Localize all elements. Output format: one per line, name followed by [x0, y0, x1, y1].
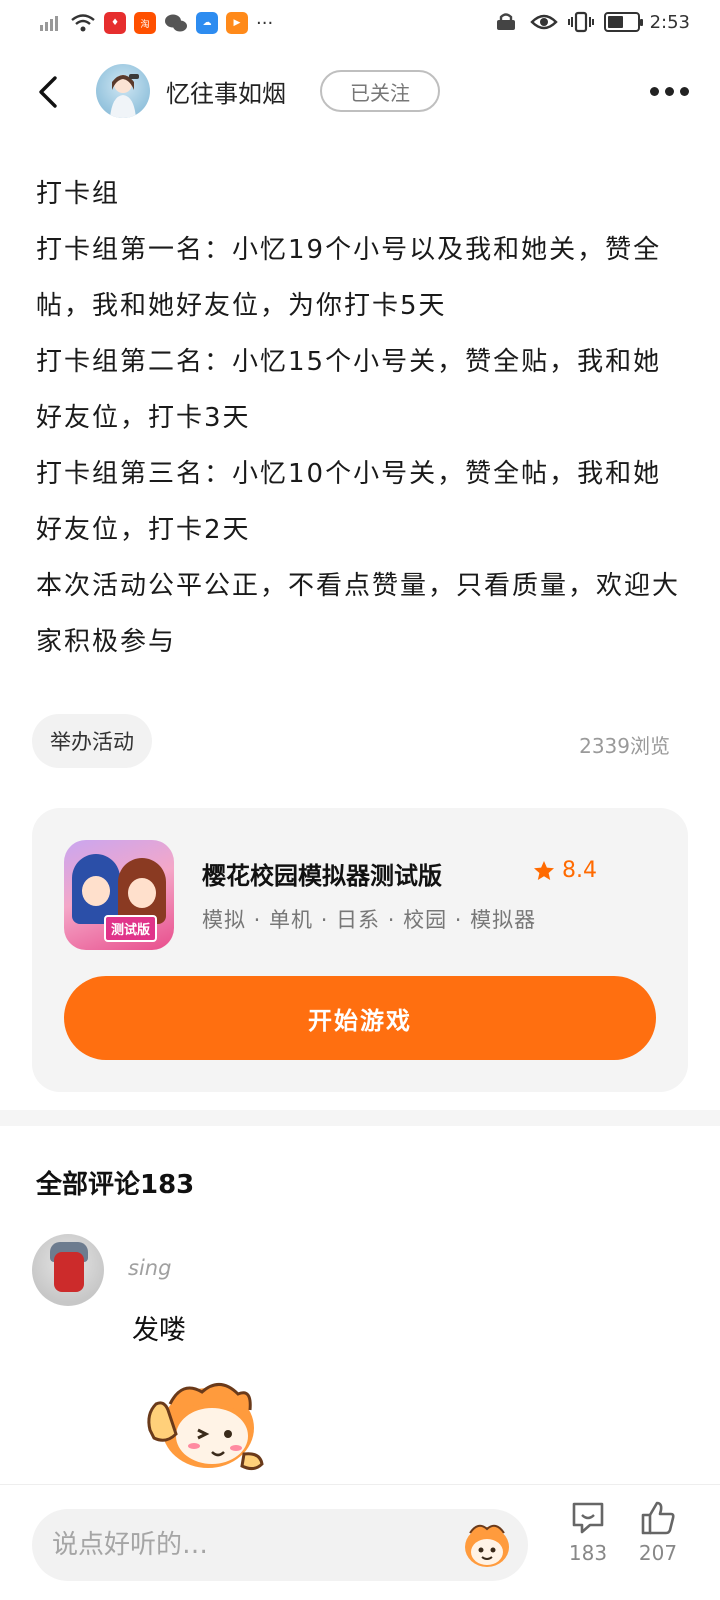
- comments-title: 全部评论183: [36, 1170, 195, 1200]
- app-notification-icon: ♦: [104, 12, 126, 34]
- game-rating: 8.4: [532, 858, 597, 883]
- comment-avatar[interactable]: [32, 1234, 104, 1306]
- game-rating-value: 8.4: [562, 858, 597, 883]
- taobao-icon: 淘: [134, 12, 156, 34]
- game-icon-face: [128, 878, 156, 908]
- post-paragraph: 打卡组第二名：小忆15个小号关，赞全贴，我和她好友位，打卡3天: [36, 347, 662, 433]
- cloud-icon: ☁: [196, 12, 218, 34]
- author-avatar-image: [110, 74, 139, 118]
- eye-comfort-icon: [529, 14, 558, 30]
- comment-input[interactable]: [52, 1509, 452, 1581]
- post-paragraph: 打卡组第三名：小忆10个小号关，赞全帖，我和她好友位，打卡2天: [36, 459, 662, 545]
- comment-text: 发喽: [132, 1315, 186, 1346]
- section-divider: [0, 1110, 720, 1126]
- view-count: 2339浏览: [579, 734, 670, 758]
- game-tags: 模拟 · 单机 · 日系 · 校园 · 模拟器: [202, 908, 537, 932]
- post-header: 忆往事如烟 已关注: [0, 60, 720, 124]
- author-name[interactable]: 忆往事如烟: [166, 74, 286, 109]
- comment-username[interactable]: sing: [128, 1256, 171, 1280]
- video-icon: ▶: [226, 12, 248, 34]
- avatar-body: [54, 1252, 84, 1292]
- game-icon-badge: 测试版: [104, 915, 158, 942]
- more-dot: [649, 86, 659, 96]
- status-right: 2:53: [494, 11, 690, 33]
- comment-input-box[interactable]: [32, 1509, 528, 1581]
- status-bar: ♦ 淘 ☁ ▶ ··· 2:53: [0, 0, 720, 46]
- vpn-icon: [496, 13, 515, 30]
- post-tag[interactable]: 举办活动: [32, 714, 152, 768]
- more-dots-icon: ···: [256, 12, 274, 34]
- chevron-left-icon: [39, 76, 57, 108]
- more-dot: [664, 86, 674, 96]
- like-action[interactable]: 207: [628, 1499, 688, 1565]
- start-game-button[interactable]: 开始游戏: [64, 976, 656, 1060]
- wechat-icon: [165, 14, 187, 32]
- like-count: 207: [638, 1541, 678, 1565]
- sticker-image: [147, 1383, 264, 1471]
- bottom-bar: 183 207: [0, 1484, 720, 1600]
- game-icon[interactable]: 测试版: [64, 840, 174, 950]
- post-paragraph: 本次活动公平公正，不看点赞量，只看质量，欢迎大家积极参与: [36, 571, 681, 657]
- game-card[interactable]: 测试版 樱花校园模拟器测试版 8.4 模拟 · 单机 · 日系 · 校园 · 模…: [32, 808, 688, 1092]
- more-dot: [679, 86, 689, 96]
- status-time: 2:53: [649, 11, 690, 33]
- author-avatar[interactable]: [96, 64, 150, 118]
- sim-signal-icon: [40, 16, 58, 31]
- vibrate-icon: [567, 11, 594, 33]
- battery-icon: [603, 12, 643, 32]
- comment-count: 183: [568, 1541, 608, 1565]
- emoji-sticker-button[interactable]: [460, 1519, 514, 1571]
- comment-icon: [572, 1502, 604, 1534]
- game-icon-face: [82, 876, 110, 906]
- status-left: ♦ 淘 ☁ ▶ ···: [38, 12, 273, 34]
- back-button[interactable]: [28, 72, 68, 112]
- more-options-button[interactable]: [642, 76, 696, 106]
- star-icon: [534, 860, 554, 880]
- thumbs-up-icon: [641, 1501, 675, 1535]
- post-paragraph: 打卡组第一名：小忆19个小号以及我和她关，赞全帖，我和她好友位，为你打卡5天: [36, 235, 662, 321]
- post-paragraph: 打卡组: [36, 179, 121, 209]
- game-title[interactable]: 樱花校园模拟器测试版: [202, 856, 442, 891]
- follow-button[interactable]: 已关注: [320, 70, 440, 112]
- wifi-icon: [71, 14, 95, 32]
- comment-action[interactable]: 183: [558, 1499, 618, 1565]
- post-content: 打卡组 打卡组第一名：小忆19个小号以及我和她关，赞全帖，我和她好友位，为你打卡…: [36, 166, 684, 670]
